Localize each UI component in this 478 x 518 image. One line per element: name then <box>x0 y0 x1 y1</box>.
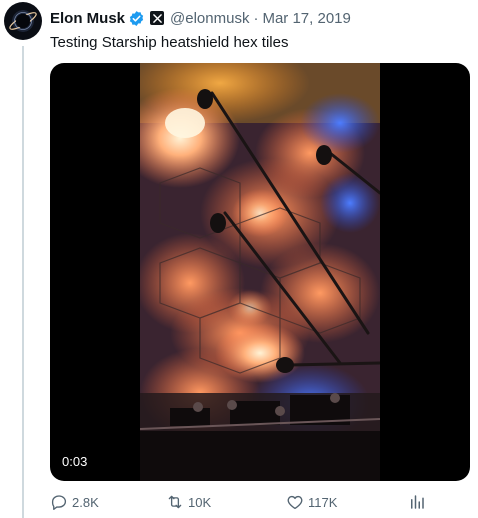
thread-connector-line <box>22 46 24 518</box>
repost-button[interactable]: 10K <box>166 492 211 512</box>
views-button[interactable] <box>408 492 430 512</box>
tweet-actions-bar: 2.8K 10K 117K <box>50 492 430 512</box>
tweet-header: Elon Musk @elonmusk · Mar 17, 2019 <box>50 8 351 28</box>
avatar-image <box>9 12 37 30</box>
video-player[interactable]: 0:03 <box>50 63 470 481</box>
like-button[interactable]: 117K <box>286 492 337 512</box>
author-avatar[interactable] <box>4 2 42 40</box>
video-frame <box>140 63 380 481</box>
reply-count: 2.8K <box>72 494 99 510</box>
tweet-date[interactable]: Mar 17, 2019 <box>262 10 350 27</box>
like-count: 117K <box>308 494 338 510</box>
repost-icon <box>168 495 182 509</box>
x-logo-icon[interactable] <box>150 11 165 25</box>
author-handle[interactable]: @elonmusk <box>170 10 249 27</box>
separator-dot: · <box>253 9 259 27</box>
video-timestamp: 0:03 <box>62 454 88 469</box>
reply-button[interactable]: 2.8K <box>50 492 99 512</box>
video-thumbnail-image <box>140 63 380 481</box>
tweet-text: Testing Starship heatshield hex tiles <box>50 34 289 51</box>
author-name[interactable]: Elon Musk <box>50 10 125 27</box>
verified-badge-icon[interactable] <box>128 10 145 27</box>
repost-count: 10K <box>188 494 212 510</box>
heart-icon <box>287 495 303 510</box>
analytics-icon <box>411 495 424 509</box>
reply-icon <box>51 495 67 510</box>
